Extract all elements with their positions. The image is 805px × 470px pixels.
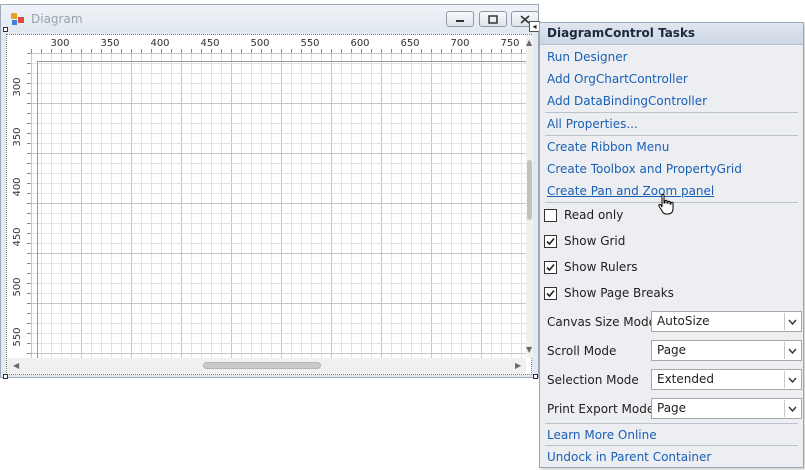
selection-mode-label: Selection Mode (547, 373, 639, 387)
divider (545, 445, 798, 446)
selection-handle[interactable] (3, 27, 8, 32)
checkbox-label: Show Page Breaks (564, 286, 674, 300)
chevron-down-icon (788, 377, 797, 383)
scroll-down-arrow-icon[interactable]: ▼ (526, 346, 532, 354)
canvas-size-mode-select[interactable]: AutoSize (651, 311, 802, 332)
ruler-tick-label: 300 (12, 77, 23, 96)
checkbox-checked[interactable] (544, 234, 557, 248)
ruler-tick-label: 650 (400, 38, 419, 49)
diagram-canvas[interactable] (31, 53, 526, 358)
ruler-tick-label: 750 (500, 38, 519, 49)
ruler-tick-label: 300 (50, 38, 69, 49)
create-pan-zoom-panel-link[interactable]: Create Pan and Zoom panel (547, 184, 714, 198)
show-grid-checkbox[interactable]: Show Grid (544, 232, 625, 250)
dropdown-button[interactable] (784, 313, 800, 330)
checkbox-label: Show Rulers (564, 260, 638, 274)
read-only-checkbox[interactable]: Read only (544, 206, 623, 224)
dropdown-button[interactable] (784, 371, 800, 388)
select-value: Extended (657, 372, 714, 386)
scroll-right-arrow-icon[interactable]: ▶ (515, 362, 521, 370)
create-ribbon-menu-link[interactable]: Create Ribbon Menu (547, 140, 669, 154)
checkmark-icon (546, 263, 555, 271)
undock-parent-container-link[interactable]: Undock in Parent Container (547, 450, 711, 464)
diagram-window: Diagram 300 350 400 450 500 550 600 650 700 750 3… (0, 4, 539, 378)
scroll-left-arrow-icon[interactable]: ◀ (13, 362, 19, 370)
minimize-button[interactable] (446, 11, 474, 27)
checkbox-label: Read only (564, 208, 624, 222)
ruler-tick-label: 350 (12, 127, 23, 146)
all-properties-link[interactable]: All Properties... (547, 117, 638, 131)
ruler-tick-label: 600 (350, 38, 369, 49)
print-export-mode-label: Print Export Mode (547, 402, 655, 416)
ruler-tick-label: 400 (150, 38, 169, 49)
checkbox-checked[interactable] (544, 286, 557, 300)
scroll-mode-select[interactable]: Page (651, 340, 802, 361)
horizontal-ruler: 300 350 400 450 500 550 600 650 700 750 (31, 35, 526, 54)
ruler-tick-label: 550 (300, 38, 319, 49)
canvas-grid (31, 53, 526, 358)
select-value: Page (657, 343, 687, 357)
window-title: Diagram (31, 12, 83, 26)
ruler-tick-label: 450 (12, 227, 23, 246)
ruler-tick-label: 500 (250, 38, 269, 49)
checkbox-unchecked[interactable] (544, 208, 557, 222)
show-rulers-checkbox[interactable]: Show Rulers (544, 258, 638, 276)
learn-more-online-link[interactable]: Learn More Online (547, 428, 657, 442)
ruler-tick-label: 400 (12, 177, 23, 196)
diagram-control[interactable]: 300 350 400 450 500 550 600 650 700 750 300 350 400… (6, 34, 533, 375)
vertical-ruler: 300 350 400 450 500 550 (7, 53, 32, 358)
horizontal-scrollbar[interactable]: ◀ ▶ (7, 358, 526, 374)
ruler-tick-label: 700 (450, 38, 469, 49)
chevron-down-icon (788, 406, 797, 412)
ruler-tick-label: 500 (12, 277, 23, 296)
horizontal-ruler-ticks: 300 350 400 450 500 550 600 650 700 750 (31, 38, 522, 53)
divider (545, 135, 798, 136)
run-designer-link[interactable]: Run Designer (547, 50, 628, 64)
dropdown-button[interactable] (784, 400, 800, 417)
vertical-ruler-ticks: 300 350 400 450 500 550 (12, 53, 31, 354)
maximize-icon (488, 14, 498, 24)
divider (545, 112, 798, 113)
dropdown-button[interactable] (784, 342, 800, 359)
show-page-breaks-checkbox[interactable]: Show Page Breaks (544, 284, 674, 302)
canvas-size-mode-label: Canvas Size Mode (547, 315, 657, 329)
vertical-scroll-thumb[interactable] (527, 160, 532, 220)
checkbox-checked[interactable] (544, 260, 557, 274)
select-value: AutoSize (657, 314, 710, 328)
chevron-down-icon (788, 319, 797, 325)
tasks-panel-header: DiagramControl Tasks (540, 23, 803, 45)
ruler-tick-label: 550 (12, 327, 23, 346)
print-export-mode-select[interactable]: Page (651, 398, 802, 419)
checkmark-icon (546, 289, 555, 297)
ruler-tick-label: 350 (100, 38, 119, 49)
window-titlebar[interactable]: Diagram (1, 5, 539, 32)
create-toolbox-propertygrid-link[interactable]: Create Toolbox and PropertyGrid (547, 162, 742, 176)
scroll-up-arrow-icon[interactable]: ▲ (526, 39, 532, 47)
chevron-down-icon (788, 348, 797, 354)
checkmark-icon (546, 237, 555, 245)
maximize-button[interactable] (479, 11, 507, 27)
checkbox-label: Show Grid (564, 234, 626, 248)
diagramcontrol-tasks-panel: DiagramControl Tasks Run Designer Add Or… (539, 22, 804, 468)
selection-mode-select[interactable]: Extended (651, 369, 802, 390)
selection-handle[interactable] (3, 374, 8, 379)
minimize-icon (456, 20, 464, 22)
app-icon (11, 13, 24, 25)
vertical-scrollbar[interactable]: ▲ ▼ (526, 35, 533, 358)
add-orgchartcontroller-link[interactable]: Add OrgChartController (547, 72, 688, 86)
select-value: Page (657, 401, 687, 415)
scroll-mode-label: Scroll Mode (547, 344, 617, 358)
selection-handle[interactable] (533, 374, 538, 379)
divider (545, 423, 798, 424)
hand-pointer-cursor-icon (658, 193, 674, 215)
ruler-tick-label: 450 (200, 38, 219, 49)
add-databindingcontroller-link[interactable]: Add DataBindingController (547, 94, 707, 108)
ruler-corner (7, 35, 31, 53)
horizontal-scroll-thumb[interactable] (203, 362, 321, 369)
